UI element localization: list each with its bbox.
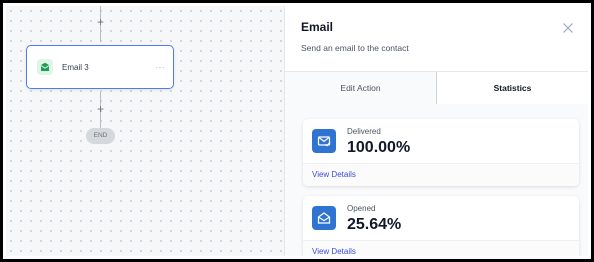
statistics-content: Delivered 100.00% View Details Opened 25… — [285, 104, 588, 256]
stat-label: Opened — [347, 204, 376, 213]
stat-value: 100.00% — [347, 139, 411, 156]
node-menu-icon[interactable]: ··· — [156, 63, 166, 72]
tab-statistics[interactable]: Statistics — [436, 72, 588, 104]
email-node[interactable]: Email 3 ··· — [26, 45, 174, 89]
view-details-link[interactable]: View Details — [303, 163, 579, 186]
email-detail-panel: Email Send an email to the contact Edit … — [284, 6, 588, 256]
view-details-link[interactable]: View Details — [303, 240, 579, 256]
app-frame: + Email 3 ··· + END Email Send an email … — [6, 6, 588, 256]
close-icon[interactable] — [562, 22, 574, 34]
stat-card-delivered: Delivered 100.00% View Details — [303, 119, 579, 186]
workflow-canvas[interactable]: + Email 3 ··· + END — [6, 6, 284, 256]
opened-mail-icon — [312, 206, 336, 230]
panel-tabs: Edit Action Statistics — [285, 71, 588, 105]
delivered-mail-icon — [312, 129, 336, 153]
panel-subtitle: Send an email to the contact — [301, 43, 409, 53]
stat-card-opened: Opened 25.64% View Details — [303, 196, 579, 256]
tab-edit-action[interactable]: Edit Action — [285, 72, 436, 104]
end-marker: END — [86, 128, 115, 144]
add-step-button[interactable]: + — [94, 103, 107, 116]
stat-label: Delivered — [347, 127, 381, 136]
node-label: Email 3 — [62, 62, 89, 72]
email-icon — [37, 59, 53, 75]
add-step-button[interactable]: + — [94, 16, 107, 29]
panel-title: Email — [301, 20, 334, 34]
stat-value: 25.64% — [347, 216, 402, 233]
